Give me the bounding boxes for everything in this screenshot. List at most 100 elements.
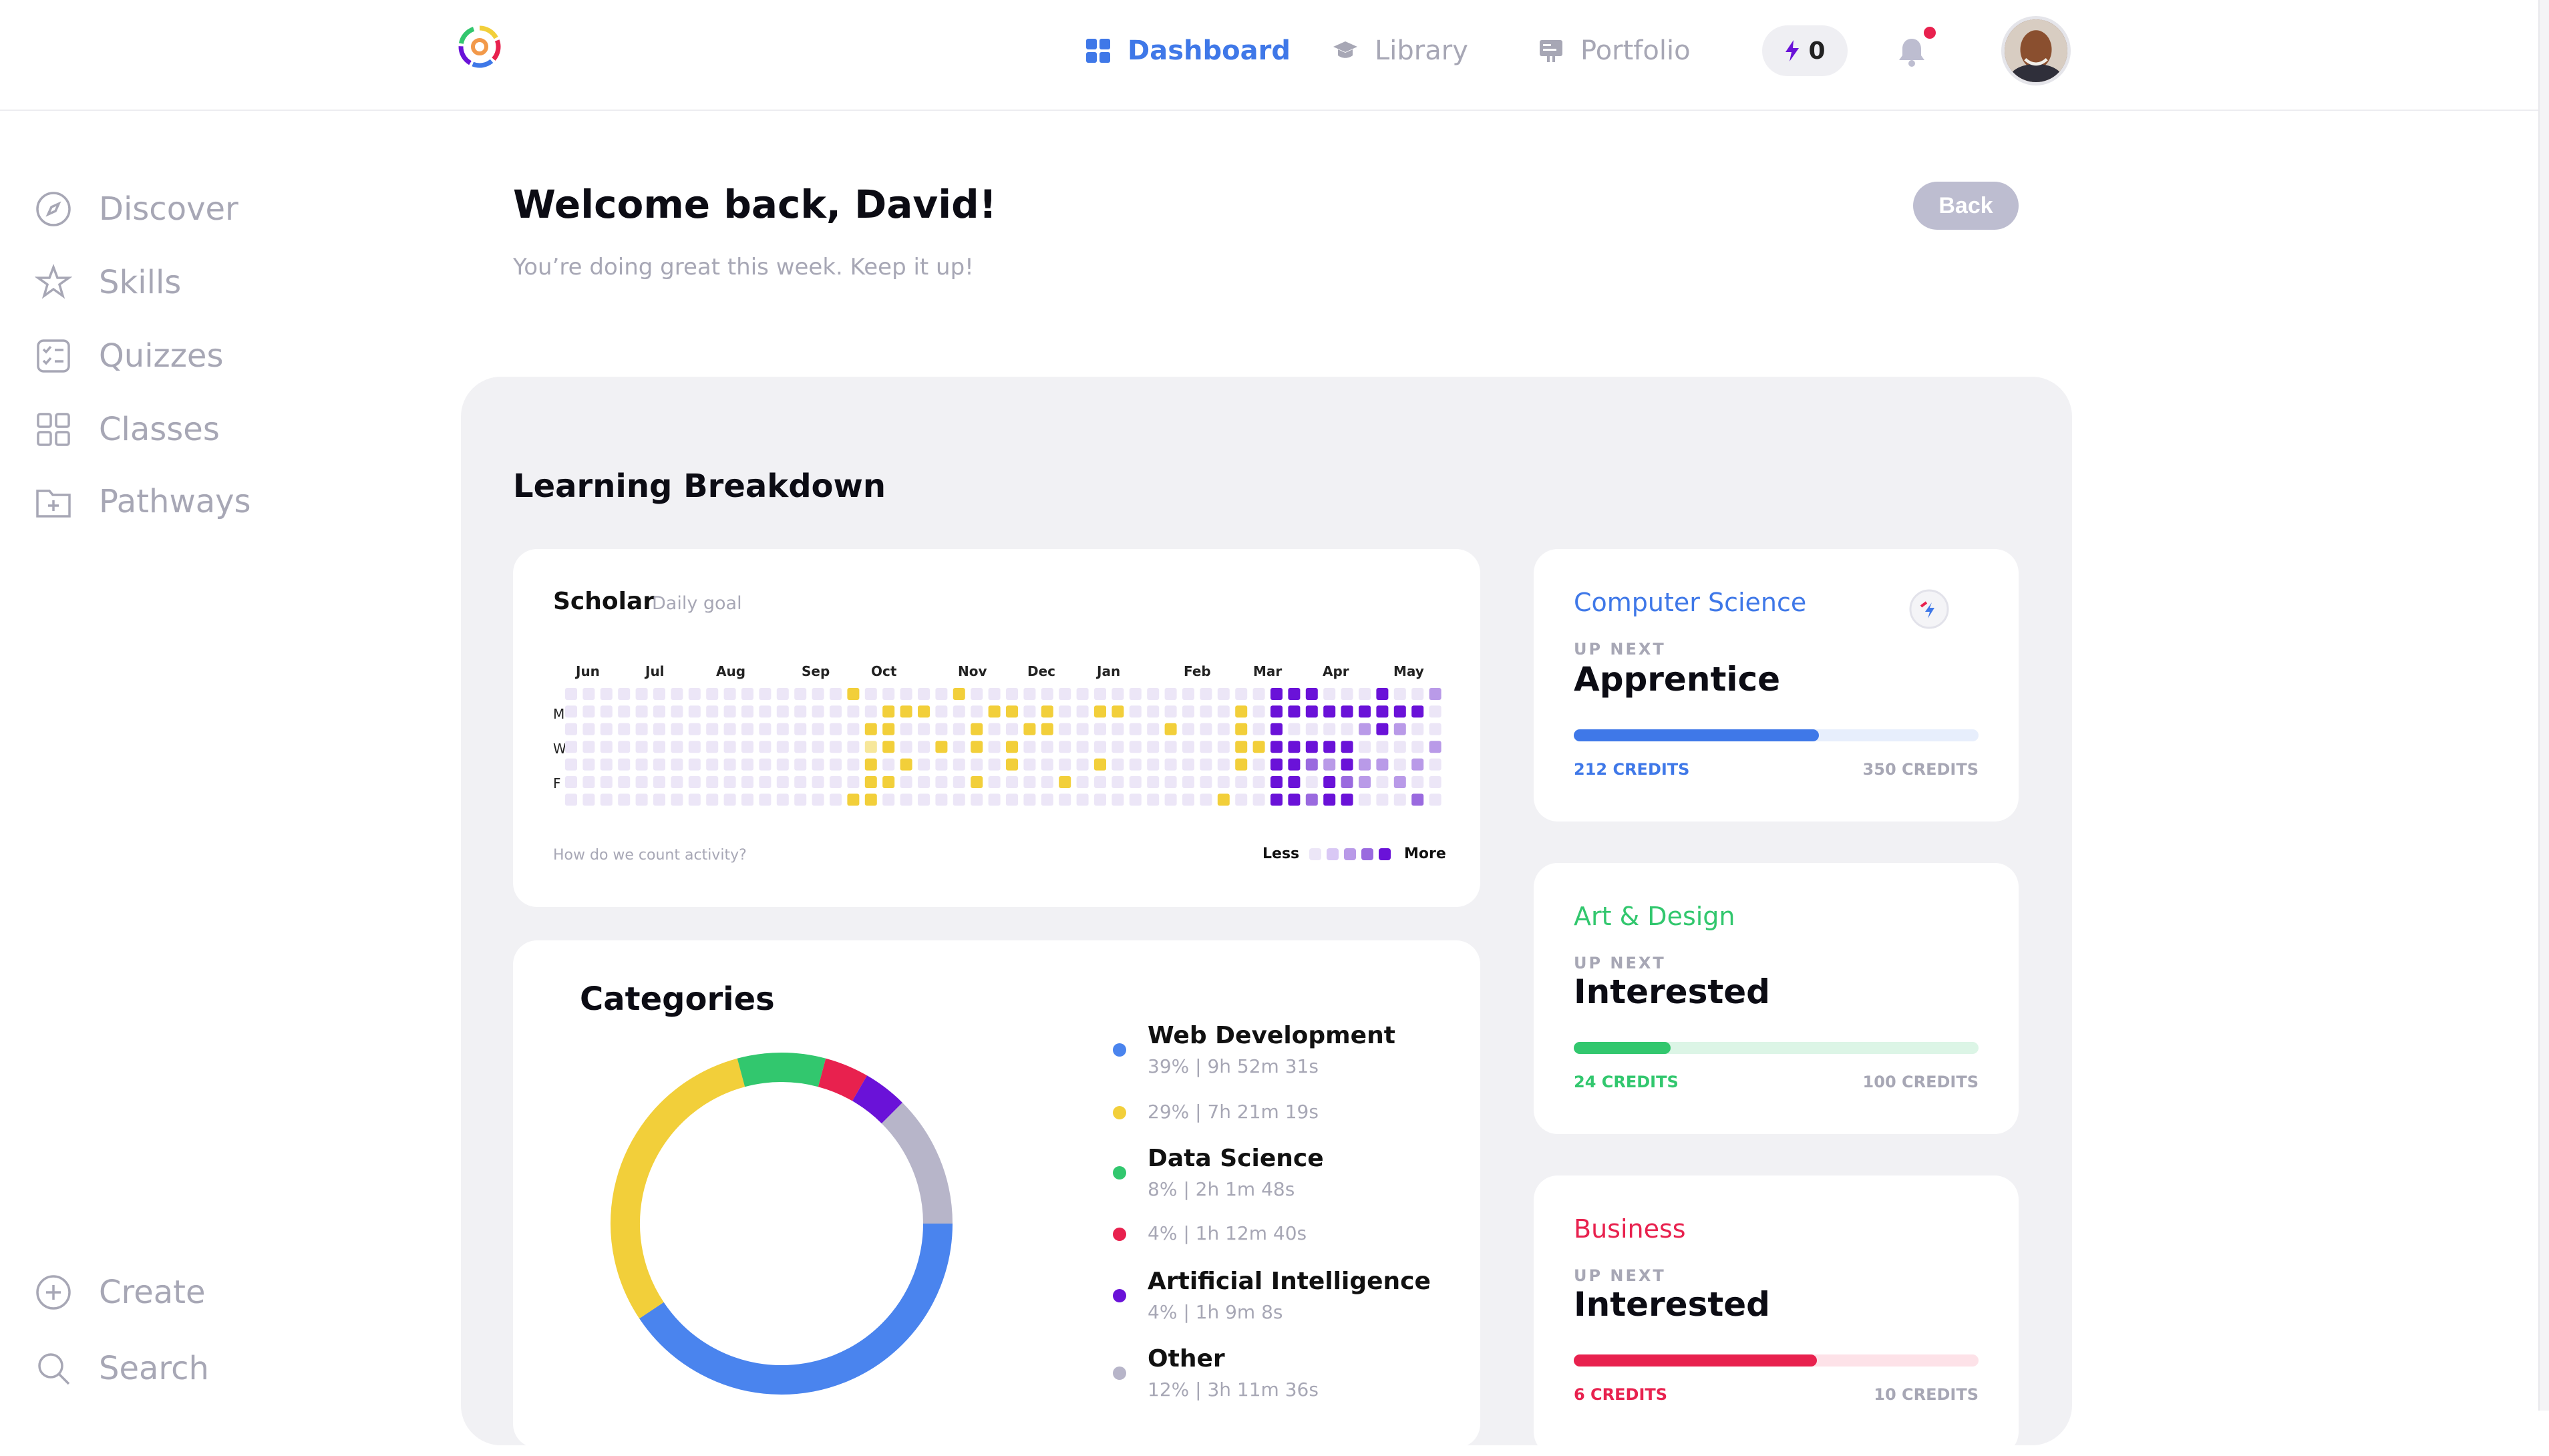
heatmap-cell[interactable]: [1059, 688, 1071, 700]
sidebar-item-discover[interactable]: Discover: [35, 186, 238, 232]
heatmap-cell[interactable]: [812, 758, 824, 771]
heatmap-cell[interactable]: [1200, 776, 1212, 788]
heatmap-cell[interactable]: [618, 758, 631, 771]
heatmap-cell[interactable]: [1023, 758, 1036, 771]
heatmap-cell[interactable]: [971, 723, 983, 735]
heatmap-cell[interactable]: [1429, 776, 1441, 788]
heatmap-cell[interactable]: [1023, 688, 1036, 700]
heatmap-cell[interactable]: [1270, 741, 1283, 753]
heatmap-cell[interactable]: [1041, 688, 1053, 700]
heatmap-cell[interactable]: [1376, 758, 1389, 771]
heatmap-cell[interactable]: [723, 705, 736, 718]
heatmap-cell[interactable]: [1076, 741, 1089, 753]
heatmap-cell[interactable]: [918, 723, 930, 735]
heatmap-cell[interactable]: [794, 741, 807, 753]
heatmap-cell[interactable]: [688, 776, 701, 788]
heatmap-cell[interactable]: [1341, 688, 1353, 700]
heatmap-cell[interactable]: [1006, 758, 1018, 771]
heatmap-cell[interactable]: [776, 688, 789, 700]
heatmap-cell[interactable]: [759, 741, 772, 753]
heatmap-cell[interactable]: [1376, 688, 1389, 700]
heatmap-cell[interactable]: [812, 776, 824, 788]
heatmap-cell[interactable]: [935, 688, 948, 700]
heatmap-cell[interactable]: [1288, 688, 1301, 700]
heatmap-cell[interactable]: [1059, 723, 1071, 735]
heatmap-cell[interactable]: [1059, 793, 1071, 806]
heatmap-cell[interactable]: [759, 688, 772, 700]
heatmap-cell[interactable]: [1341, 705, 1353, 718]
heatmap-cell[interactable]: [1411, 758, 1424, 771]
heatmap-cell[interactable]: [1006, 776, 1018, 788]
heatmap-cell[interactable]: [776, 758, 789, 771]
heatmap-cell[interactable]: [1323, 758, 1336, 771]
heatmap-cell[interactable]: [812, 793, 824, 806]
heatmap-cell[interactable]: [971, 741, 983, 753]
heatmap-cell[interactable]: [1376, 793, 1389, 806]
heatmap-cell[interactable]: [600, 688, 613, 700]
heatmap-cell[interactable]: [1076, 705, 1089, 718]
heatmap-cell[interactable]: [1252, 723, 1265, 735]
heatmap-cell[interactable]: [1288, 723, 1301, 735]
heatmap-cell[interactable]: [582, 688, 595, 700]
heatmap-cell[interactable]: [1235, 705, 1248, 718]
heatmap-cell[interactable]: [565, 793, 577, 806]
heatmap-cell[interactable]: [1182, 776, 1194, 788]
heatmap-cell[interactable]: [1288, 741, 1301, 753]
heatmap-cell[interactable]: [1323, 723, 1336, 735]
heatmap-cell[interactable]: [1305, 723, 1318, 735]
heatmap-cell[interactable]: [988, 741, 1001, 753]
heatmap-cell[interactable]: [688, 705, 701, 718]
heatmap-cell[interactable]: [671, 793, 683, 806]
heatmap-cell[interactable]: [1147, 705, 1160, 718]
nav-portfolio[interactable]: Portfolio: [1538, 27, 1691, 75]
heatmap-cell[interactable]: [1200, 688, 1212, 700]
heatmap-cell[interactable]: [935, 758, 948, 771]
heatmap-cell[interactable]: [864, 758, 877, 771]
heatmap-cell[interactable]: [565, 758, 577, 771]
heatmap-cell[interactable]: [1182, 688, 1194, 700]
heatmap-cell[interactable]: [1023, 776, 1036, 788]
heatmap-cell[interactable]: [1323, 741, 1336, 753]
heatmap-cell[interactable]: [1164, 688, 1177, 700]
heatmap-cell[interactable]: [1376, 723, 1389, 735]
heatmap-cell[interactable]: [1359, 758, 1371, 771]
heatmap-cell[interactable]: [1112, 723, 1124, 735]
heatmap-cell[interactable]: [1217, 793, 1230, 806]
heatmap-cell[interactable]: [830, 758, 842, 771]
heatmap-cell[interactable]: [723, 688, 736, 700]
heatmap-cell[interactable]: [1235, 776, 1248, 788]
heatmap-cell[interactable]: [1341, 741, 1353, 753]
heatmap-cell[interactable]: [1429, 688, 1441, 700]
heatmap-cell[interactable]: [1076, 776, 1089, 788]
heatmap-cell[interactable]: [582, 758, 595, 771]
sidebar-item-search[interactable]: Search: [35, 1345, 209, 1392]
heatmap-cell[interactable]: [1041, 723, 1053, 735]
heatmap-cell[interactable]: [1112, 776, 1124, 788]
heatmap-cell[interactable]: [671, 688, 683, 700]
heatmap-cell[interactable]: [688, 688, 701, 700]
heatmap-cell[interactable]: [1288, 793, 1301, 806]
heatmap-cell[interactable]: [1217, 688, 1230, 700]
heatmap-cell[interactable]: [1393, 776, 1406, 788]
heatmap-cell[interactable]: [1147, 688, 1160, 700]
heatmap-cell[interactable]: [1023, 793, 1036, 806]
heatmap-cell[interactable]: [988, 776, 1001, 788]
heatmap-cell[interactable]: [1217, 705, 1230, 718]
donut-slice[interactable]: [608, 1050, 955, 1397]
heatmap-cell[interactable]: [971, 705, 983, 718]
heatmap-cell[interactable]: [1094, 705, 1106, 718]
heatmap-cell[interactable]: [1270, 793, 1283, 806]
heatmap-cell[interactable]: [1129, 776, 1142, 788]
heatmap-cell[interactable]: [882, 688, 895, 700]
heatmap-cell[interactable]: [1147, 793, 1160, 806]
avatar[interactable]: [2001, 16, 2071, 85]
sidebar-item-pathways[interactable]: Pathways: [35, 478, 251, 525]
heatmap-cell[interactable]: [706, 723, 719, 735]
heatmap-cell[interactable]: [882, 793, 895, 806]
heatmap-cell[interactable]: [900, 723, 912, 735]
heatmap-cell[interactable]: [953, 758, 965, 771]
heatmap-cell[interactable]: [864, 705, 877, 718]
notifications-button[interactable]: [1893, 33, 1930, 71]
heatmap-cell[interactable]: [1376, 705, 1389, 718]
heatmap-cell[interactable]: [971, 758, 983, 771]
